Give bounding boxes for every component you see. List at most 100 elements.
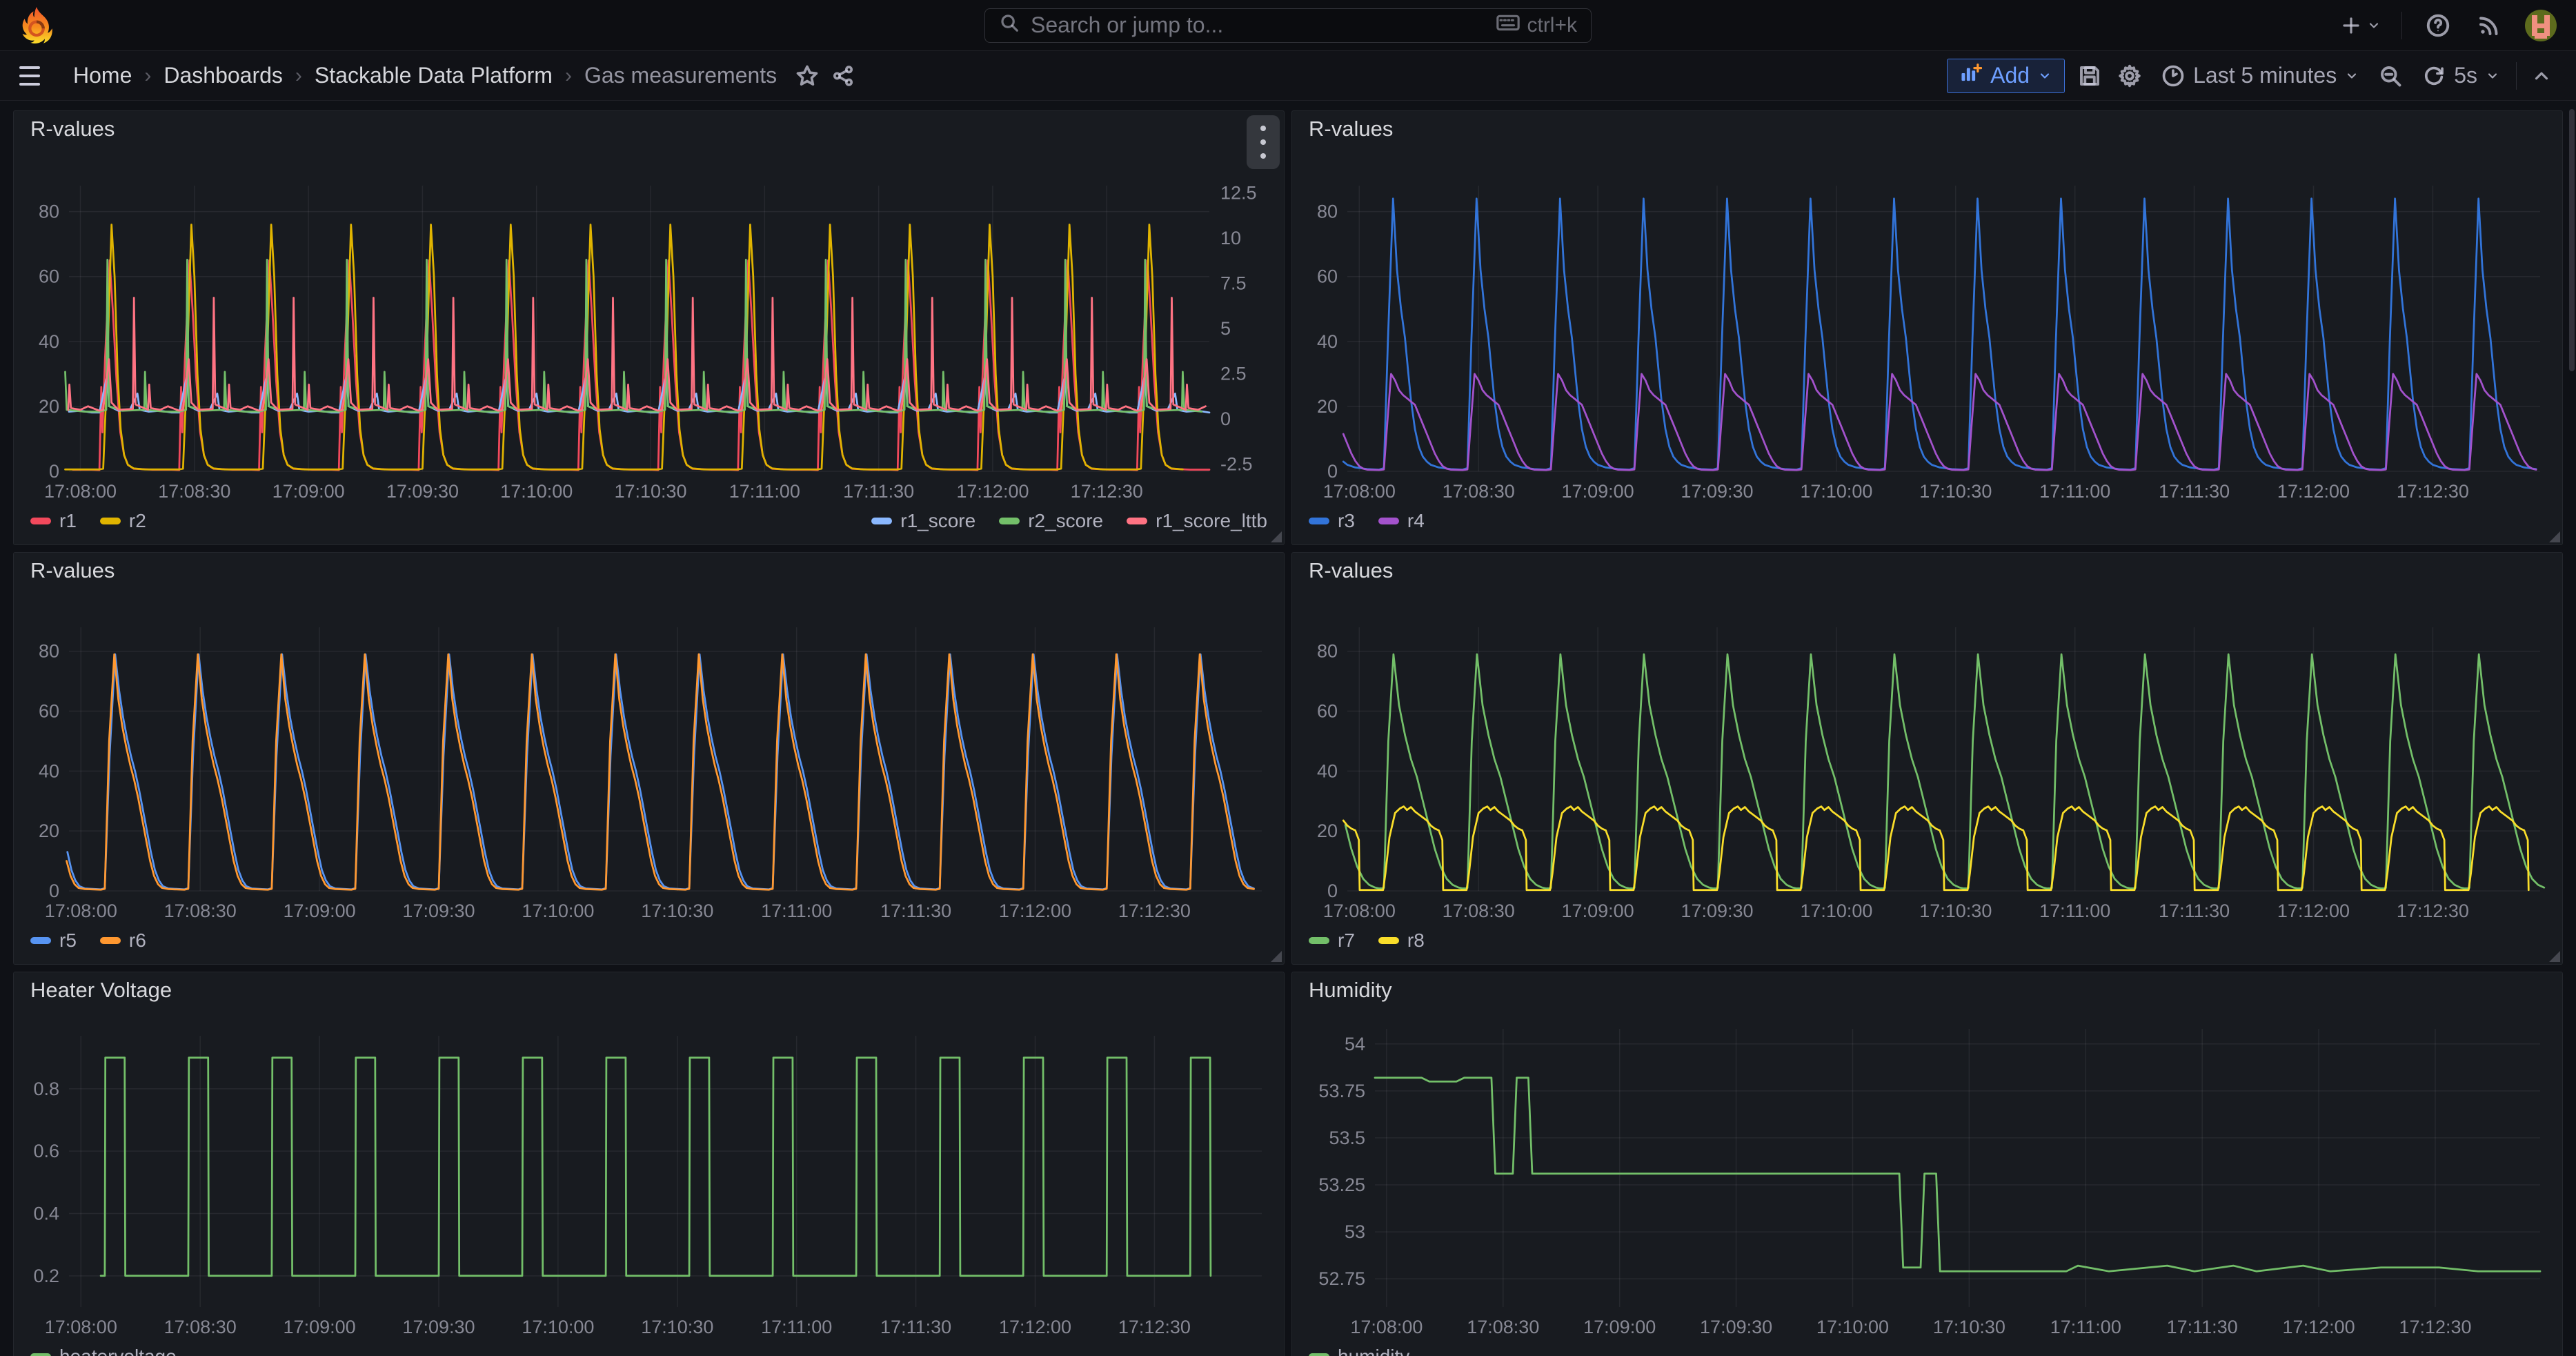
svg-text:17:08:30: 17:08:30 (158, 481, 230, 502)
svg-text:12.5: 12.5 (1220, 182, 1257, 203)
svg-text:53.75: 53.75 (1318, 1081, 1365, 1101)
help-button[interactable] (2423, 10, 2453, 41)
refresh-picker[interactable]: 5s (2415, 59, 2506, 93)
search-icon (999, 12, 1020, 39)
panel-title[interactable]: R-values (1309, 558, 1393, 583)
panel-resize-handle[interactable] (2549, 531, 2560, 542)
share-button[interactable] (828, 61, 858, 91)
svg-text:20: 20 (1317, 821, 1338, 841)
panel-resize-handle[interactable] (1271, 531, 1282, 542)
panel-title[interactable]: Heater Voltage (30, 978, 172, 1003)
series-line-r2_score (66, 259, 1202, 411)
topbar-divider (2401, 12, 2402, 39)
svg-text:17:10:30: 17:10:30 (641, 1317, 713, 1337)
svg-text:17:10:00: 17:10:00 (522, 1317, 594, 1337)
collapse-toolbar-button[interactable] (2526, 61, 2557, 91)
timeseries-chart[interactable]: 52.755353.2553.553.755417:08:0017:08:301… (1303, 1008, 2551, 1339)
legend-item-humidity[interactable]: humidity (1309, 1346, 1409, 1356)
grafana-logo[interactable] (19, 6, 55, 45)
add-visualization-icon (1960, 63, 1982, 89)
legend-swatch (1309, 518, 1329, 524)
legend-item-r2[interactable]: r2 (100, 510, 146, 532)
legend-item-r1_score_lttb[interactable]: r1_score_lttb (1127, 510, 1267, 532)
legend-item-r3[interactable]: r3 (1309, 510, 1355, 532)
scrollbar-thumb[interactable] (2569, 109, 2575, 371)
add-panel-button[interactable]: Add (1947, 59, 2065, 93)
timeseries-chart[interactable]: 02040608017:08:0017:08:3017:09:0017:09:3… (25, 589, 1273, 923)
chevron-down-icon (2038, 69, 2052, 83)
legend-label: r3 (1338, 510, 1355, 532)
dashboard-settings-button[interactable] (2114, 61, 2145, 91)
dashboard-grid: R-values 02040608017:08:0017:08:3017:09:… (0, 101, 2576, 1356)
timeseries-chart[interactable]: 02040608017:08:0017:08:3017:09:0017:09:3… (1303, 147, 2551, 503)
svg-text:17:12:00: 17:12:00 (2277, 481, 2350, 502)
svg-text:17:11:30: 17:11:30 (843, 481, 914, 502)
svg-text:17:08:00: 17:08:00 (1323, 481, 1396, 502)
panel-resize-handle[interactable] (1271, 951, 1282, 962)
svg-text:60: 60 (1317, 701, 1338, 722)
svg-text:17:11:30: 17:11:30 (2159, 901, 2230, 921)
legend-item-r8[interactable]: r8 (1378, 930, 1425, 952)
svg-text:17:10:00: 17:10:00 (1800, 901, 1872, 921)
search-input[interactable]: Search or jump to... ctrl+k (984, 8, 1592, 43)
legend-item-r4[interactable]: r4 (1378, 510, 1425, 532)
svg-text:17:10:00: 17:10:00 (500, 481, 573, 502)
svg-text:17:11:30: 17:11:30 (880, 901, 951, 921)
svg-text:17:09:00: 17:09:00 (284, 901, 356, 921)
svg-text:0: 0 (1327, 461, 1338, 482)
svg-text:17:12:00: 17:12:00 (999, 1317, 1071, 1337)
legend-item-r6[interactable]: r6 (100, 930, 146, 952)
legend-swatch (1309, 1353, 1329, 1356)
menu-toggle-button[interactable] (19, 60, 51, 92)
news-rss-button[interactable] (2474, 10, 2504, 41)
svg-text:53: 53 (1345, 1221, 1365, 1242)
svg-text:53.5: 53.5 (1329, 1128, 1365, 1148)
svg-text:17:08:00: 17:08:00 (1323, 901, 1396, 921)
svg-text:17:10:30: 17:10:30 (641, 901, 713, 921)
chart-legend: humidity (1303, 1339, 2551, 1356)
save-dashboard-button[interactable] (2074, 61, 2105, 91)
svg-text:20: 20 (39, 396, 59, 417)
panel-humidity: Humidity 52.755353.2553.553.755417:08:00… (1291, 972, 2563, 1356)
legend-item-r1[interactable]: r1 (30, 510, 77, 532)
svg-text:17:12:30: 17:12:30 (2399, 1317, 2471, 1337)
user-avatar[interactable] (2525, 10, 2557, 41)
zoom-out-button[interactable] (2375, 61, 2406, 91)
panel-resize-handle[interactable] (2549, 951, 2560, 962)
breadcrumb-separator: › (565, 64, 572, 88)
svg-text:2.5: 2.5 (1220, 364, 1247, 384)
svg-text:40: 40 (39, 331, 59, 352)
timeseries-chart[interactable]: 02040608017:08:0017:08:3017:09:0017:09:3… (1303, 589, 2551, 923)
clock-icon (2161, 64, 2185, 88)
chevron-up-icon (2531, 66, 2552, 86)
breadcrumb-folder[interactable]: Stackable Data Platform (315, 63, 553, 88)
svg-text:17:11:30: 17:11:30 (880, 1317, 951, 1337)
new-menu-button[interactable] (2341, 10, 2381, 41)
legend-item-r2_score[interactable]: r2_score (999, 510, 1103, 532)
chart-legend: r1 r2 r1_score r2_score r1_score_lttb (25, 503, 1273, 539)
svg-text:17:09:00: 17:09:00 (1562, 481, 1634, 502)
svg-text:0: 0 (1327, 881, 1338, 901)
breadcrumb-dashboards[interactable]: Dashboards (164, 63, 283, 88)
panel-title[interactable]: R-values (1309, 117, 1393, 141)
time-range-label: Last 5 minutes (2193, 63, 2337, 88)
legend-item-r7[interactable]: r7 (1309, 930, 1355, 952)
chevron-down-icon (2367, 19, 2381, 32)
timeseries-chart[interactable]: 0.20.40.60.817:08:0017:08:3017:09:0017:0… (25, 1008, 1273, 1339)
series-line-r2 (66, 225, 1183, 470)
legend-item-r1_score[interactable]: r1_score (871, 510, 975, 532)
favorite-star-button[interactable] (792, 61, 822, 91)
panel-title[interactable]: R-values (30, 558, 115, 583)
time-range-picker[interactable]: Last 5 minutes (2154, 59, 2366, 93)
legend-item-heatervoltage[interactable]: heatervoltage (30, 1346, 177, 1356)
legend-item-r5[interactable]: r5 (30, 930, 77, 952)
panel-title[interactable]: Humidity (1309, 978, 1392, 1003)
panel-title[interactable]: R-values (30, 117, 115, 141)
top-navigation-bar: Search or jump to... ctrl+k (0, 0, 2576, 51)
timeseries-chart[interactable]: 02040608017:08:0017:08:3017:09:0017:09:3… (25, 147, 1273, 503)
svg-text:17:12:00: 17:12:00 (2283, 1317, 2355, 1337)
svg-text:17:08:30: 17:08:30 (164, 1317, 237, 1337)
legend-label: r1_score_lttb (1156, 510, 1267, 532)
svg-text:17:11:00: 17:11:00 (2039, 481, 2110, 502)
breadcrumb-home[interactable]: Home (73, 63, 132, 88)
